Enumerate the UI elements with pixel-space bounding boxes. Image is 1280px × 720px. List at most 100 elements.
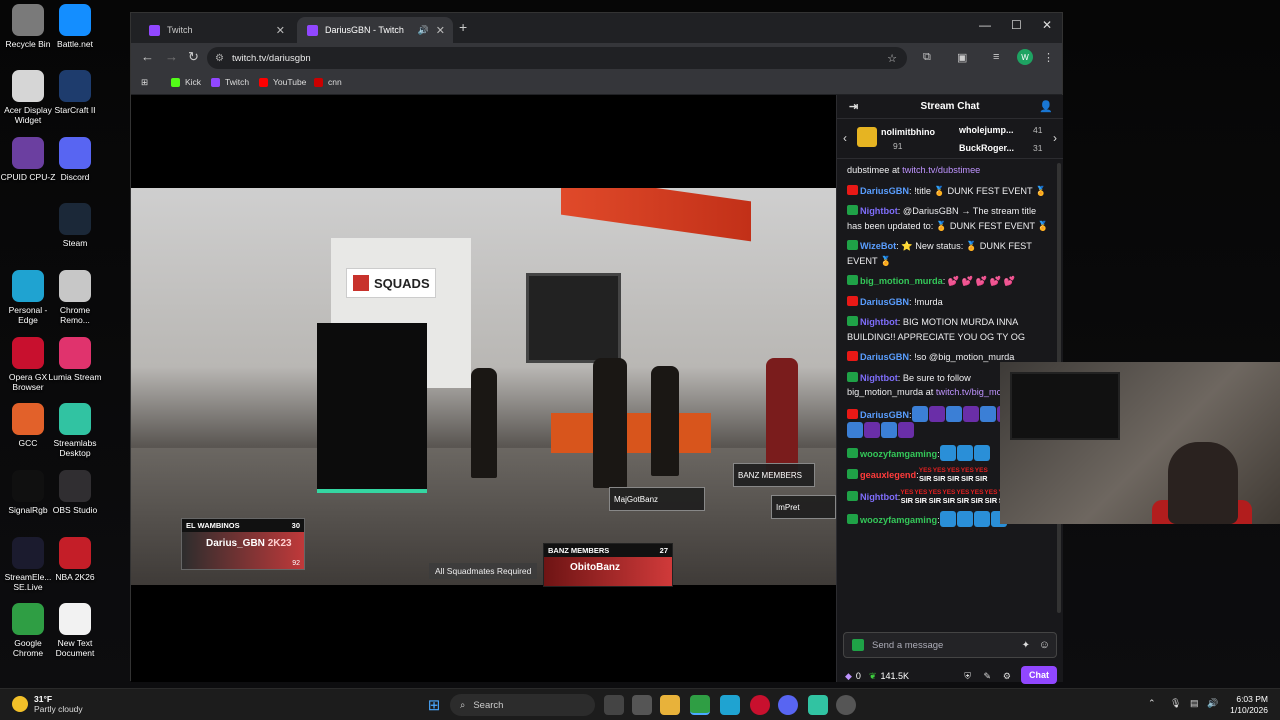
channel-points-icon[interactable]: ❦ xyxy=(869,671,877,682)
opera-taskbar-icon[interactable] xyxy=(750,695,770,715)
desktop-shortcut[interactable]: Steam xyxy=(47,203,103,248)
chat-username[interactable]: Nightbot xyxy=(860,373,898,383)
chat-username[interactable]: DariusGBN xyxy=(860,297,909,307)
tab-twitch[interactable]: Twitch ✕ xyxy=(139,17,293,43)
sidepanel-icon[interactable]: ▣ xyxy=(957,51,967,64)
app-taskbar-icon[interactable] xyxy=(836,695,856,715)
chat-username[interactable]: Nightbot xyxy=(860,492,898,502)
bookmark-twitch[interactable]: Twitch xyxy=(211,77,249,87)
chat-username[interactable]: DariusGBN xyxy=(860,186,909,196)
back-icon[interactable]: ← xyxy=(141,49,154,64)
forward-icon[interactable]: → xyxy=(165,49,178,64)
chat-send-button[interactable]: Chat xyxy=(1021,666,1057,684)
chat-badge-icon xyxy=(847,408,858,419)
menu-icon[interactable]: ⋮ xyxy=(1043,51,1054,64)
mod-tool-icon[interactable]: ✎ xyxy=(983,671,991,682)
clock[interactable]: 6:03 PM 1/10/2026 xyxy=(1230,694,1268,716)
bookmark-star-icon[interactable]: ☆ xyxy=(887,52,897,65)
emote-icon xyxy=(864,422,880,438)
discord-icon xyxy=(59,137,91,169)
new-tab-icon[interactable]: + xyxy=(459,19,467,35)
leaderboard-prev-icon[interactable]: ‹ xyxy=(843,131,847,145)
desktop-shortcut[interactable]: Lumia Stream xyxy=(47,337,103,382)
media-icon[interactable]: ≡ xyxy=(993,51,999,63)
file-explorer-icon[interactable] xyxy=(660,695,680,715)
leaderboard-next-icon[interactable]: › xyxy=(1053,131,1057,145)
close-window-icon[interactable]: ✕ xyxy=(1042,18,1052,32)
desktop-shortcut[interactable]: Discord xyxy=(47,137,103,182)
mic-icon[interactable]: 🎙 xyxy=(1170,698,1181,709)
leaderboard-name[interactable]: wholejump... xyxy=(959,125,1014,135)
emote-sir-text: SIR xyxy=(914,496,928,505)
desktop-shortcut[interactable]: Chrome Remo... xyxy=(47,270,103,325)
bookmark-youtube[interactable]: YouTube xyxy=(259,77,306,87)
desktop-shortcut[interactable]: Streamlabs Desktop xyxy=(47,403,103,458)
shield-icon[interactable]: ⛨ xyxy=(964,671,971,682)
card-tag: 2K23 xyxy=(267,538,292,549)
yes-sir-emote: YESSIR xyxy=(942,489,955,505)
streamelements-icon xyxy=(12,537,44,569)
yes-sir-emote: YESSIR xyxy=(900,489,913,505)
leaderboard-name[interactable]: nolimitbhino xyxy=(881,127,935,137)
start-windows-icon[interactable]: ⊞ xyxy=(424,695,444,715)
chat-username[interactable]: WizeBot xyxy=(860,241,896,251)
desktop-shortcut[interactable]: Battle.net xyxy=(47,4,103,49)
desktop-shortcut[interactable]: StarCraft II xyxy=(47,70,103,115)
bits-count: 0 xyxy=(855,671,861,681)
bits-icon[interactable]: ◆ xyxy=(845,671,852,682)
tray-chevron-icon[interactable]: ⌃ xyxy=(1148,698,1156,709)
profile-avatar[interactable]: W xyxy=(1017,49,1033,65)
emote-picker-icon[interactable]: ☺ xyxy=(1039,639,1050,651)
audio-icon[interactable]: 🔊 xyxy=(418,25,429,36)
taskbar-search[interactable]: ⌕ Search xyxy=(450,694,595,716)
emote-icon xyxy=(945,405,962,422)
leaderboard-name[interactable]: BuckRoger... xyxy=(959,143,1014,153)
settings-gear-icon[interactable]: ⚙ xyxy=(1003,671,1011,682)
chat-username[interactable]: big_motion_murda xyxy=(860,276,943,286)
maximize-icon[interactable]: ☐ xyxy=(1011,18,1022,32)
squadmates-notice: All Squadmates Required xyxy=(429,563,538,579)
apps-icon[interactable]: ⊞ xyxy=(141,77,148,88)
network-icon[interactable]: ▤ xyxy=(1190,698,1199,709)
edge-taskbar-icon[interactable] xyxy=(720,695,740,715)
reload-icon[interactable]: ↻ xyxy=(188,49,199,65)
cnn-icon xyxy=(314,77,323,87)
desktop-shortcut[interactable]: OBS Studio xyxy=(47,470,103,515)
chat-username[interactable]: DariusGBN xyxy=(860,410,909,420)
close-tab-icon[interactable]: ✕ xyxy=(276,24,285,37)
desktop-shortcut[interactable]: New Text Document xyxy=(47,603,103,658)
bookmark-kick[interactable]: Kick xyxy=(171,77,201,87)
close-tab-icon[interactable]: ✕ xyxy=(436,24,445,37)
chat-input[interactable]: Send a message ✦ ☺ xyxy=(843,632,1057,658)
chat-username[interactable]: woozyfamgaming xyxy=(860,449,937,459)
chat-username[interactable]: woozyfamgaming xyxy=(860,515,937,525)
discord-taskbar-icon[interactable] xyxy=(778,695,798,715)
chat-link[interactable]: twitch.tv/dubstimee xyxy=(902,165,980,175)
chat-username[interactable]: Nightbot xyxy=(860,317,898,327)
chat-username[interactable]: DariusGBN xyxy=(860,352,909,362)
community-icon[interactable]: 👤 xyxy=(1039,100,1053,113)
desktop-shortcut-label: Discord xyxy=(60,172,90,182)
chrome-taskbar-icon[interactable] xyxy=(690,695,710,715)
power-ups-icon[interactable]: ✦ xyxy=(1022,640,1030,651)
widgets-icon[interactable] xyxy=(632,695,652,715)
site-info-icon[interactable]: ⚙ xyxy=(215,53,224,64)
tab-dariusgbn[interactable]: DariusGBN - Twitch 🔊 ✕ xyxy=(297,17,453,43)
minimize-icon[interactable]: — xyxy=(979,18,991,32)
video-player[interactable]: SQUADS MajGotBanz BANZ MEMBERS ImPret EL… xyxy=(131,95,836,682)
player-card-header: BANZ MEMBERS xyxy=(738,470,803,480)
address-bar[interactable]: ⚙ twitch.tv/dariusgbn ☆ xyxy=(207,47,907,69)
chrome-remote-icon xyxy=(59,270,91,302)
streamlabs-taskbar-icon[interactable] xyxy=(808,695,828,715)
task-view-icon[interactable] xyxy=(604,695,624,715)
card-number: 27 xyxy=(659,546,668,555)
chat-username[interactable]: geauxlegend xyxy=(860,470,916,480)
chat-username[interactable]: Nightbot xyxy=(860,206,898,216)
desktop-shortcut[interactable]: NBA 2K26 xyxy=(47,537,103,582)
weather-widget[interactable]: 31°F Partly cloudy xyxy=(12,694,83,714)
bookmark-cnn[interactable]: cnn xyxy=(314,77,342,87)
twitch-favicon-icon xyxy=(149,24,160,36)
volume-icon[interactable]: 🔊 xyxy=(1207,698,1218,709)
collapse-chat-icon[interactable]: ⇥ xyxy=(849,100,858,113)
extensions-icon[interactable]: ⧉ xyxy=(923,51,931,64)
